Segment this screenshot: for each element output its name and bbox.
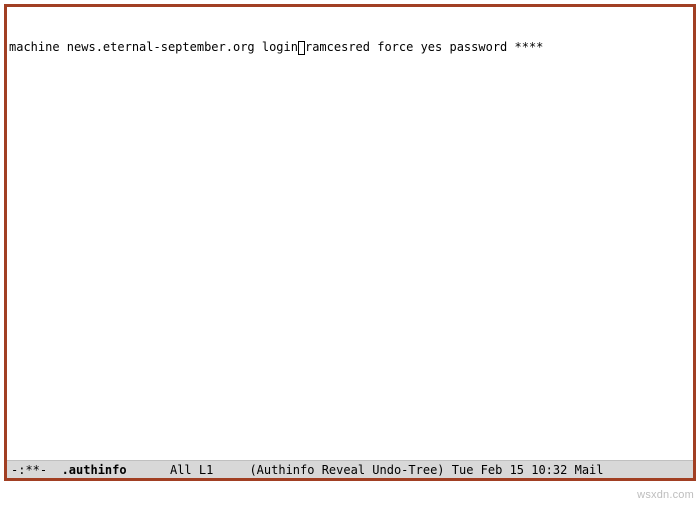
- mode-line-state: -:**-: [11, 463, 47, 477]
- buffer-line-1[interactable]: machine news.eternal-september.org login…: [9, 40, 691, 56]
- watermark: wsxdn.com: [637, 489, 694, 501]
- mode-line-datetime: Tue Feb 15 10:32: [452, 463, 568, 477]
- mode-line-extra: Mail: [575, 463, 604, 477]
- mode-line[interactable]: -:**- .authinfo All L1 (Authinfo Reveal …: [7, 460, 693, 478]
- mode-line-position: All L1: [170, 463, 213, 477]
- emacs-window-frame: machine news.eternal-september.org login…: [4, 4, 696, 481]
- mode-line-modes[interactable]: (Authinfo Reveal Undo-Tree): [249, 463, 444, 477]
- buffer-text-before-cursor[interactable]: machine news.eternal-september.org login: [9, 40, 298, 54]
- buffer-area[interactable]: machine news.eternal-september.org login…: [7, 7, 693, 460]
- text-cursor: [298, 41, 305, 55]
- buffer-text-after-cursor[interactable]: ramcesred force yes password ****: [305, 40, 543, 54]
- mode-line-buffer-name[interactable]: .authinfo: [62, 463, 127, 477]
- echo-area[interactable]: [4, 483, 696, 501]
